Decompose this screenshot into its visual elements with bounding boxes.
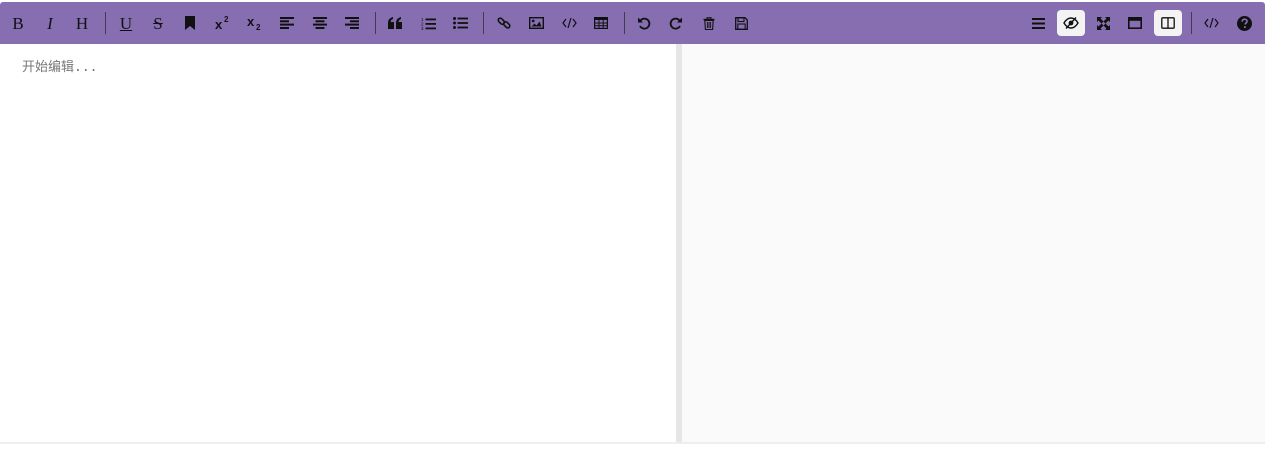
edit-pane (0, 44, 676, 442)
mark-button[interactable] (176, 10, 204, 36)
code-icon (561, 17, 577, 29)
undo-icon (638, 17, 651, 30)
subscript-icon: x 2 (247, 15, 261, 31)
align-left-button[interactable] (273, 10, 301, 36)
navigation-icon (1031, 17, 1045, 29)
redo-icon (669, 17, 682, 30)
preview-button[interactable] (1057, 10, 1085, 36)
image-button[interactable] (522, 10, 550, 36)
quote-button[interactable] (381, 10, 409, 36)
strikethrough-button[interactable]: S (144, 10, 172, 36)
italic-icon: I (47, 13, 53, 33)
ordered-list-button[interactable]: 1 2 3 (414, 10, 442, 36)
link-icon (497, 17, 511, 29)
mark-icon (185, 16, 195, 30)
header-button[interactable]: H (68, 10, 96, 36)
redo-button[interactable] (662, 10, 690, 36)
code-button[interactable] (555, 10, 583, 36)
svg-text:x: x (215, 17, 223, 31)
toolbar-separator (105, 12, 106, 34)
table-button[interactable] (587, 10, 615, 36)
subfield-button[interactable] (1154, 10, 1182, 36)
subfield-icon (1161, 17, 1175, 29)
preview-icon (1063, 17, 1079, 29)
align-right-icon (345, 17, 359, 29)
bold-button[interactable]: B (4, 10, 32, 36)
superscript-icon: x 2 (215, 15, 229, 31)
undo-button[interactable] (630, 10, 658, 36)
table-icon (594, 17, 608, 29)
header-icon: H (75, 13, 89, 33)
link-button[interactable] (490, 10, 518, 36)
superscript-button[interactable]: x 2 (209, 10, 237, 36)
read-mode-icon (1128, 17, 1142, 29)
html-code-icon (1203, 17, 1219, 29)
svg-text:3: 3 (421, 26, 424, 30)
fullscreen-button[interactable] (1089, 10, 1117, 36)
align-center-button[interactable] (306, 10, 334, 36)
save-icon (734, 16, 748, 30)
fullscreen-icon (1096, 16, 1110, 30)
svg-text:2: 2 (224, 15, 229, 24)
bold-icon: B (12, 13, 24, 33)
toolbar-separator (1191, 12, 1192, 34)
help-icon (1236, 15, 1252, 31)
markdown-input[interactable] (22, 56, 662, 436)
trash-button[interactable] (695, 10, 723, 36)
image-icon (528, 17, 544, 29)
italic-button[interactable]: I (36, 10, 64, 36)
underline-icon: U (119, 13, 133, 33)
ordered-list-icon: 1 2 3 (421, 17, 436, 30)
align-left-icon (280, 17, 294, 29)
strikethrough-icon: S (153, 13, 163, 33)
save-button[interactable] (727, 10, 755, 36)
markdown-editor: B I H U S x 2 x 2 1 2 3 开始编辑... (0, 2, 1265, 444)
svg-text:x: x (247, 15, 255, 29)
align-center-icon (313, 17, 327, 29)
editor-toolbar: B I H U S x 2 x 2 1 2 3 (0, 2, 1265, 44)
html-code-button[interactable] (1197, 10, 1225, 36)
unordered-list-button[interactable] (446, 10, 474, 36)
navigation-button[interactable] (1024, 10, 1052, 36)
underline-button[interactable]: U (112, 10, 140, 36)
preview-pane (682, 44, 1265, 442)
read-mode-button[interactable] (1121, 10, 1149, 36)
svg-text:2: 2 (256, 23, 261, 31)
help-button[interactable] (1230, 10, 1258, 36)
toolbar-separator (624, 12, 625, 34)
toolbar-separator (483, 12, 484, 34)
toolbar-separator (375, 12, 376, 34)
subscript-button[interactable]: x 2 (241, 10, 269, 36)
align-right-button[interactable] (338, 10, 366, 36)
trash-icon (703, 16, 715, 30)
quote-icon (388, 17, 402, 29)
unordered-list-icon (452, 17, 468, 29)
